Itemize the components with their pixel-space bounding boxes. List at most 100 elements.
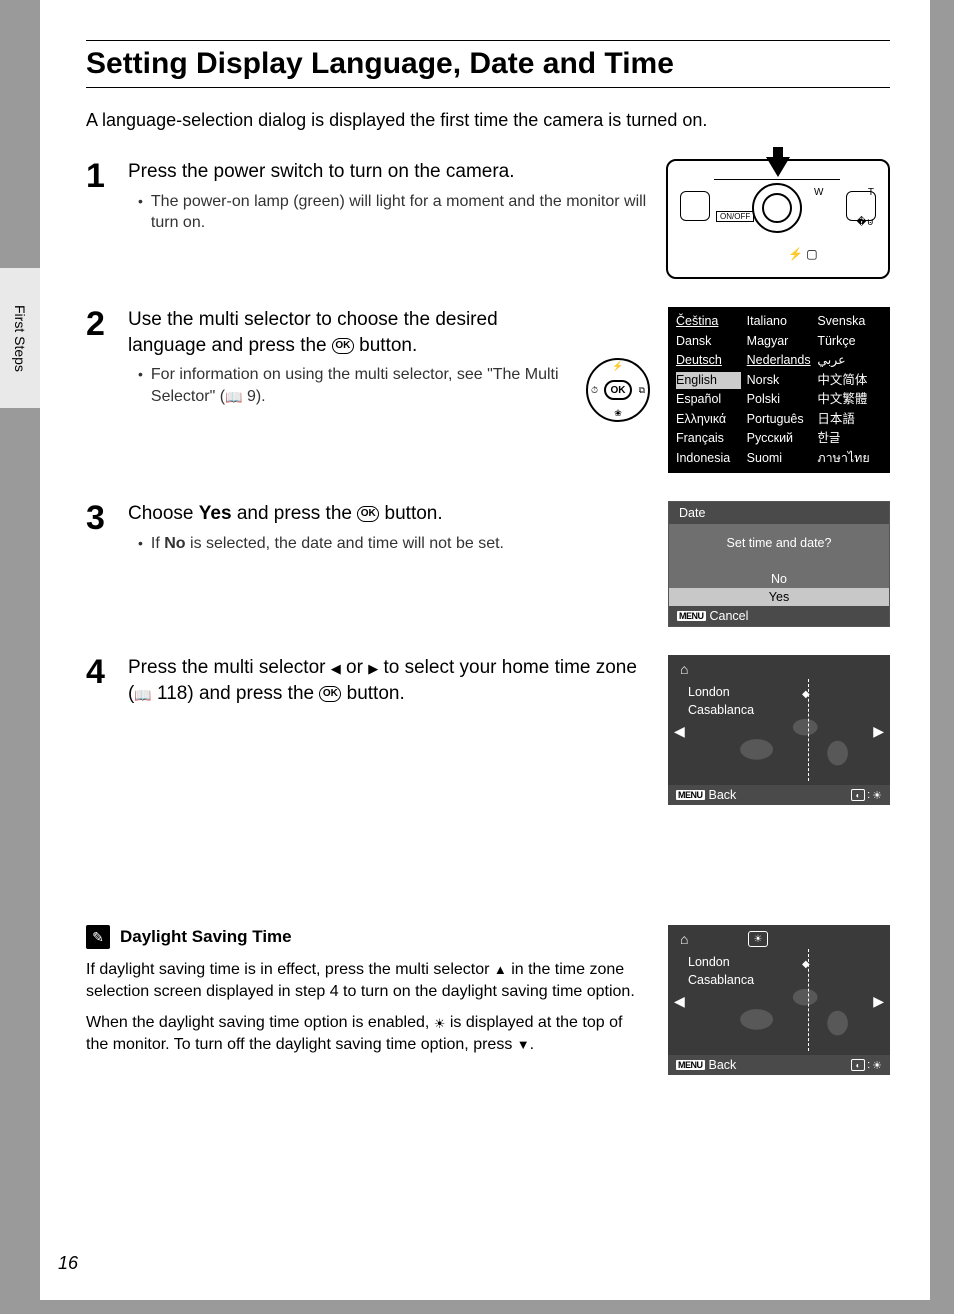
callout-heading: Daylight Saving Time bbox=[120, 927, 292, 947]
rule-thin bbox=[86, 87, 890, 88]
location-pointer-icon: ◆ bbox=[802, 959, 810, 970]
right-arrow-icon: ▶ bbox=[368, 661, 378, 676]
dst-small-icon: ☀ bbox=[872, 1059, 882, 1072]
step-number: 2 bbox=[86, 307, 112, 407]
option-no: No bbox=[669, 570, 889, 588]
menu-badge-icon: MENU bbox=[676, 790, 705, 800]
home-icon: ⌂ bbox=[680, 931, 688, 947]
dst-callout: ✎ Daylight Saving Time If daylight savin… bbox=[86, 925, 890, 1075]
home-icon: ⌂ bbox=[680, 661, 688, 677]
city-label: London bbox=[688, 685, 730, 699]
step-2: 2 Use the multi selector to choose the d… bbox=[86, 307, 890, 473]
lang-item: Dansk bbox=[676, 333, 741, 351]
bullet-dot-icon: • bbox=[138, 191, 143, 234]
wide-label: W bbox=[814, 187, 823, 198]
power-dial-icon bbox=[752, 183, 802, 233]
left-arrow-icon: ◀ bbox=[331, 661, 341, 676]
bullet-dot-icon: • bbox=[138, 533, 143, 555]
step-bullet: • For information on using the multi sel… bbox=[138, 364, 562, 407]
location-pointer-icon: ◆ bbox=[802, 689, 810, 700]
timezone-screen-dst: ⌂ ☀ London Casablanca ◀ ▶ ◆ MENUBack ◐:☀ bbox=[668, 925, 890, 1075]
lang-item: 한글 bbox=[817, 430, 882, 448]
multi-selector-icon: ⚡ ❀ ⏱ ⧉ OK bbox=[586, 358, 650, 422]
dst-enabled-icon: ☀ bbox=[748, 931, 768, 947]
magnify-icon: �⊍ bbox=[856, 217, 874, 228]
intro-text: A language-selection dialog is displayed… bbox=[86, 110, 890, 131]
lang-item: Magyar bbox=[747, 333, 812, 351]
dst-sun-icon: ☀ bbox=[434, 1015, 446, 1033]
lang-item: Svenska bbox=[817, 313, 882, 331]
right-arrow-icon: ▶ bbox=[873, 993, 884, 1010]
lang-item: Türkçe bbox=[817, 333, 882, 351]
lang-item: Indonesia bbox=[676, 450, 741, 468]
callout-p2: When the daylight saving time option is … bbox=[86, 1012, 648, 1057]
ok-button-icon: OK bbox=[357, 506, 379, 522]
selector-icon: ◐ bbox=[851, 1059, 865, 1071]
step-title: Use the multi selector to choose the des… bbox=[128, 307, 562, 358]
lang-item: Русский bbox=[747, 430, 812, 448]
menu-badge-icon: MENU bbox=[677, 611, 706, 621]
press-arrow-icon bbox=[766, 157, 790, 177]
world-map-icon bbox=[708, 975, 870, 1049]
macro-icon: ❀ bbox=[614, 408, 622, 419]
bullet-text: The power-on lamp (green) will light for… bbox=[151, 191, 650, 234]
timezone-screen: ⌂ London Casablanca ◀ ▶ ◆ MENUBack ◐:☀ bbox=[668, 655, 890, 805]
lang-item: 中文简体 bbox=[817, 372, 882, 390]
bullet-text: For information on using the multi selec… bbox=[151, 364, 562, 407]
left-arrow-icon: ◀ bbox=[674, 723, 685, 740]
step-4: 4 Press the multi selector ◀ or ▶ to sel… bbox=[86, 655, 890, 805]
camera-top-illustration: ON/OFF W T �⊍ ⚡ ▢ bbox=[666, 159, 890, 279]
lang-item: Italiano bbox=[747, 313, 812, 331]
option-yes-selected: Yes bbox=[669, 588, 889, 606]
step-title: Choose Yes and press the OK button. bbox=[128, 501, 652, 527]
callout-p1: If daylight saving time is in effect, pr… bbox=[86, 959, 648, 1004]
lang-item: Polski bbox=[747, 391, 812, 409]
onoff-label: ON/OFF bbox=[716, 211, 754, 222]
right-arrow-icon: ▶ bbox=[873, 723, 884, 740]
city-label: London bbox=[688, 955, 730, 969]
lang-item: عربي bbox=[817, 352, 882, 370]
left-button-icon bbox=[680, 191, 710, 221]
lang-item: Čeština bbox=[676, 313, 741, 331]
bullet-text: If No is selected, the date and time wil… bbox=[151, 533, 504, 555]
book-icon: 📖 bbox=[225, 389, 242, 405]
lang-item: Norsk bbox=[747, 372, 812, 390]
step-title: Press the multi selector ◀ or ▶ to selec… bbox=[128, 655, 652, 706]
dialog-footer: MENU Cancel bbox=[669, 606, 889, 626]
exposure-icon: ⧉ bbox=[639, 385, 645, 396]
tele-label: T bbox=[868, 187, 874, 198]
step-title: Press the power switch to turn on the ca… bbox=[128, 159, 650, 185]
dialog-title: Date bbox=[669, 502, 889, 524]
dst-small-icon: ☀ bbox=[872, 789, 882, 802]
step-number: 4 bbox=[86, 655, 112, 712]
selector-icon: ◐ bbox=[851, 789, 865, 801]
ok-center-icon: OK bbox=[604, 380, 632, 400]
lang-item: 中文繁體 bbox=[817, 391, 882, 409]
page-number: 16 bbox=[58, 1253, 78, 1274]
ok-button-icon: OK bbox=[332, 338, 354, 354]
back-label: Back bbox=[709, 1058, 737, 1072]
step-bullet: • The power-on lamp (green) will light f… bbox=[138, 191, 650, 234]
step-number: 3 bbox=[86, 501, 112, 554]
lang-item: Español bbox=[676, 391, 741, 409]
step-number: 1 bbox=[86, 159, 112, 234]
back-label: Back bbox=[709, 788, 737, 802]
step-1: 1 Press the power switch to turn on the … bbox=[86, 159, 890, 279]
section-tab-label: First Steps bbox=[12, 305, 28, 372]
left-arrow-icon: ◀ bbox=[674, 993, 685, 1010]
bullet-dot-icon: • bbox=[138, 364, 143, 407]
self-timer-icon: ⏱ bbox=[591, 385, 598, 396]
book-icon: 📖 bbox=[134, 687, 151, 703]
page-title: Setting Display Language, Date and Time bbox=[86, 47, 890, 81]
step-bullet: • If No is selected, the date and time w… bbox=[138, 533, 652, 555]
world-map-icon bbox=[708, 705, 870, 779]
ok-button-icon: OK bbox=[319, 686, 341, 702]
lang-item: 日本語 bbox=[817, 411, 882, 429]
flash-mode-icon: ⚡ bbox=[612, 361, 623, 372]
lang-item: Français bbox=[676, 430, 741, 448]
lang-item-selected: English bbox=[676, 372, 741, 390]
lang-item: ภาษาไทย bbox=[817, 450, 882, 468]
section-tab: First Steps bbox=[0, 268, 40, 408]
language-selection-screen: Čeština Italiano Svenska Dansk Magyar Tü… bbox=[668, 307, 890, 473]
lang-item: Deutsch bbox=[676, 352, 741, 370]
